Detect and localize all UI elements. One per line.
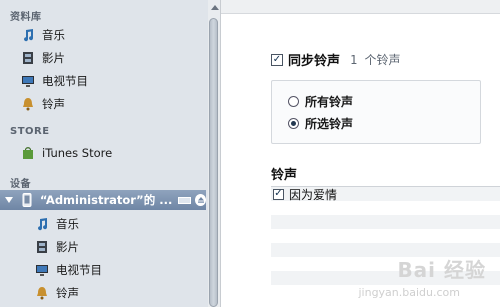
sidebar-item-music[interactable]: 音乐 — [0, 24, 206, 46]
sidebar-item-ringtones[interactable]: 铃声 — [0, 93, 206, 115]
device-item-movies[interactable]: 影片 — [0, 236, 206, 258]
music-note-icon — [20, 27, 36, 43]
ringtone-label: 因为爱情 — [289, 187, 338, 202]
sync-ringtones-checkbox[interactable] — [271, 53, 283, 66]
iphone-icon — [19, 192, 33, 208]
tv-icon — [20, 73, 36, 89]
scroll-thumb[interactable] — [209, 18, 218, 307]
option-selected-ringtones[interactable]: 所选铃声 — [288, 115, 353, 132]
main-panel: 同步铃声 1 个铃声 所有铃声 所选铃声 铃声 因为爱情 Bai 经验 jing… — [220, 0, 500, 307]
option-label: 所选铃声 — [305, 117, 354, 131]
option-all-ringtones[interactable]: 所有铃声 — [288, 93, 353, 110]
list-item-empty — [271, 215, 500, 229]
device-item-label: 铃声 — [56, 286, 79, 300]
device-item-label: 音乐 — [56, 217, 79, 231]
sidebar-item-label: 音乐 — [42, 28, 65, 42]
sidebar-item-label: iTunes Store — [42, 146, 113, 160]
sync-ringtones-label: 同步铃声 — [288, 54, 341, 69]
device-item-label: 电视节目 — [56, 263, 102, 277]
sidebar-item-movies[interactable]: 影片 — [0, 47, 206, 69]
film-icon — [34, 239, 50, 255]
sidebar-item-label: 电视节目 — [42, 74, 88, 88]
radio-selected-ringtones[interactable] — [288, 118, 299, 129]
store-bag-icon — [20, 145, 36, 161]
bell-icon — [34, 285, 50, 301]
watermark-logo: Bai 经验 — [397, 258, 486, 282]
scroll-up-arrow-icon[interactable] — [211, 5, 219, 10]
bell-icon — [20, 96, 36, 112]
film-icon — [20, 50, 36, 66]
sidebar-item-device[interactable]: “Administrator”的 ... — [0, 190, 206, 210]
device-name: “Administrator”的 ... — [39, 193, 173, 207]
device-item-label: 影片 — [56, 240, 79, 254]
music-note-icon — [34, 216, 50, 232]
device-item-ringtones[interactable]: 铃声 — [0, 282, 206, 304]
watermark-url: jingyan.baidu.com — [358, 286, 460, 299]
ringtones-list-title: 铃声 — [271, 168, 298, 183]
ringtone-checkbox[interactable] — [273, 188, 284, 200]
list-item-empty — [271, 229, 500, 243]
sidebar: 资料库 音乐 影片 电视节目 铃声 STORE iTunes Store 设备 … — [0, 0, 210, 307]
device-item-music[interactable]: 音乐 — [0, 213, 206, 235]
sidebar-scrollbar[interactable] — [208, 0, 220, 307]
top-strip — [221, 0, 500, 14]
ringtone-count: 1 个铃声 — [350, 53, 401, 67]
sidebar-item-itunes-store[interactable]: iTunes Store — [0, 142, 206, 164]
sync-ringtones-row[interactable]: 同步铃声 1 个铃声 — [271, 50, 400, 69]
library-section-header: 资料库 — [10, 12, 42, 23]
sidebar-item-label: 铃声 — [42, 97, 65, 111]
sync-options-box: 所有铃声 所选铃声 — [271, 80, 481, 144]
disclosure-triangle-icon[interactable] — [5, 197, 14, 203]
device-item-tv-shows[interactable]: 电视节目 — [0, 259, 206, 281]
sidebar-item-label: 影片 — [42, 51, 65, 65]
tv-icon — [34, 262, 50, 278]
store-section-header: STORE — [10, 126, 50, 137]
eject-icon[interactable] — [195, 194, 206, 206]
radio-all-ringtones[interactable] — [288, 96, 299, 107]
devices-section-header: 设备 — [10, 179, 31, 190]
list-item[interactable]: 因为爱情 — [271, 187, 500, 202]
option-label: 所有铃声 — [305, 95, 354, 109]
sidebar-item-tv-shows[interactable]: 电视节目 — [0, 70, 206, 92]
battery-icon — [178, 196, 192, 204]
list-item-empty — [271, 201, 500, 215]
